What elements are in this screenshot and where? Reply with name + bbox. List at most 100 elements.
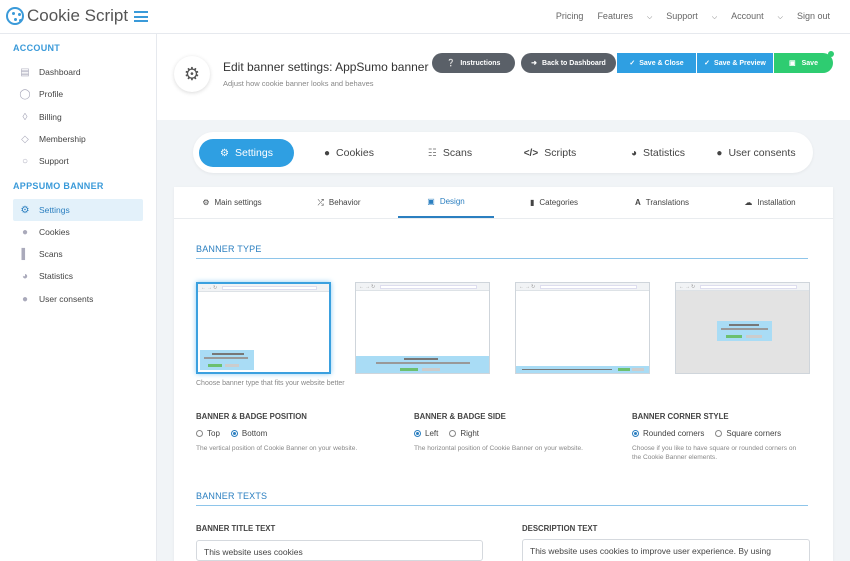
side-description: The horizontal position of Cookie Banner… [414, 445, 583, 452]
question-icon: ❔ [446, 60, 456, 67]
nav-features[interactable]: Features ⌵ [597, 11, 652, 22]
banner-title-label: BANNER TITLE TEXT [196, 524, 276, 533]
sidebar-item-scans[interactable]: ▌ Scans [13, 243, 143, 265]
sidebar-item-support[interactable]: ○ Support [13, 150, 143, 172]
tab-label: Cookies [336, 147, 374, 159]
sidebar-item-label: Dashboard [39, 67, 81, 77]
radio-bottom[interactable] [230, 430, 238, 437]
gears-icon: ⚙ [220, 147, 229, 159]
banner-type-option-thin-bar[interactable]: ←→↻ [515, 282, 650, 374]
users-icon: ● [716, 147, 723, 159]
tab-scripts[interactable]: </> Scripts [515, 139, 585, 167]
subtab-label: Design [439, 197, 465, 206]
position-description: The vertical position of Cookie Banner o… [196, 445, 358, 452]
subtab-categories[interactable]: ▮ Categories [514, 187, 594, 218]
sidebar-item-membership[interactable]: ◇ Membership [13, 128, 143, 150]
subtab-main-settings[interactable]: ⚙ Main settings [192, 187, 272, 218]
button-label: Save & Preview [714, 59, 766, 67]
subtab-label: Categories [539, 198, 579, 207]
pie-chart-icon: ◕ [630, 147, 638, 159]
section-divider [196, 258, 808, 259]
button-label: Back to Dashboard [542, 59, 606, 67]
subtab-behavior[interactable]: ⤮ Behavior [304, 187, 374, 218]
back-to-dashboard-button[interactable]: ➜ Back to Dashboard [521, 53, 616, 73]
tab-settings[interactable]: ⚙ Settings [199, 139, 294, 167]
tab-label: User consents [728, 147, 796, 159]
sidebar-item-cookies[interactable]: ● Cookies [13, 221, 143, 243]
folder-icon: ▮ [529, 198, 535, 207]
top-nav: Pricing Features ⌵ Support ⌵ Account ⌵ Sign… [542, 11, 830, 22]
cookie-logo-icon [6, 7, 24, 25]
tab-statistics[interactable]: ◕ Statistics [613, 139, 703, 167]
main-tabs: ⚙ Settings ● Cookies ☷ Scans </> Scripts ◕ St… [193, 132, 813, 173]
page-subtitle: Adjust how cookie banner looks and behav… [223, 79, 374, 88]
tab-label: Scripts [544, 147, 577, 159]
cookie-icon: ● [324, 147, 331, 159]
subtab-divider [174, 218, 833, 219]
sidebar-item-dashboard[interactable]: ▤ Dashboard [13, 61, 143, 83]
subtab-installation[interactable]: ☁ Installation [730, 187, 810, 218]
barcode-icon: ☷ [427, 147, 437, 159]
check-icon: ✓ [704, 60, 711, 67]
nav-pricing[interactable]: Pricing [556, 11, 584, 22]
arrow-left-icon: ➜ [531, 60, 538, 67]
subtab-translations[interactable]: A Translations [622, 187, 702, 218]
save-close-button[interactable]: ✓ Save & Close [617, 53, 696, 73]
corner-heading: BANNER CORNER STYLE [632, 412, 729, 421]
shuffle-icon: ⤮ [317, 197, 324, 207]
banner-type-hint: Choose banner type that fits your websit… [196, 380, 345, 387]
banner-type-option-corner[interactable]: ←→↻ [196, 282, 331, 374]
sidebar: ACCOUNT ▤ Dashboard ◯ Profile ◊ Billing ◇ Me… [0, 34, 157, 561]
subtab-design[interactable]: ▣ Design [398, 187, 494, 218]
description-label: DESCRIPTION TEXT [522, 524, 598, 533]
banner-type-option-modal[interactable]: ←→↻ [675, 282, 810, 374]
radio-square-corners[interactable] [715, 430, 723, 437]
logo[interactable]: Cookie Script [6, 6, 128, 26]
subtab-label: Installation [757, 198, 796, 207]
nav-signout[interactable]: Sign out [797, 11, 830, 22]
radio-right[interactable] [449, 430, 457, 437]
radio-rounded-corners[interactable] [632, 430, 639, 437]
description-textarea[interactable]: This website uses cookies to improve use… [522, 539, 810, 561]
sidebar-item-label: User consents [39, 294, 94, 304]
save-button[interactable]: ▣ Save [774, 53, 833, 73]
font-icon: A [634, 198, 641, 207]
sidebar-item-label: Profile [39, 89, 64, 99]
radio-label-right: Right [460, 429, 480, 438]
chevron-down-icon: ⌵ [711, 14, 718, 21]
radio-top[interactable] [196, 430, 203, 437]
sidebar-item-billing[interactable]: ◊ Billing [13, 106, 143, 128]
sidebar-item-label: Membership [39, 134, 86, 144]
button-label: Save [801, 59, 818, 67]
banner-title-input[interactable]: This website uses cookies [196, 540, 483, 561]
corner-description: Choose if you like to have square or rou… [632, 445, 797, 461]
hamburger-menu-icon[interactable] [134, 11, 148, 22]
sidebar-item-label: Statistics [39, 271, 74, 281]
button-label: Instructions [460, 59, 501, 67]
tab-cookies[interactable]: ● Cookies [309, 139, 389, 167]
sidebar-item-settings[interactable]: ⚙ Settings [13, 199, 143, 221]
users-icon: ● [21, 293, 29, 305]
settings-card: ⚙ Main settings ⤮ Behavior ▣ Design ▮ Catego… [174, 187, 833, 561]
sidebar-item-profile[interactable]: ◯ Profile [13, 83, 143, 105]
tab-scans[interactable]: ☷ Scans [415, 139, 485, 167]
section-divider [196, 505, 808, 506]
sidebar-item-user-consents[interactable]: ● User consents [13, 288, 143, 310]
position-radio-group: Top Bottom [196, 429, 278, 438]
nav-support[interactable]: Support ⌵ [666, 11, 717, 22]
save-preview-button[interactable]: ✓ Save & Preview [697, 53, 773, 73]
radio-left[interactable] [414, 430, 421, 437]
sidebar-item-statistics[interactable]: ◕ Statistics [13, 265, 143, 287]
app-title: Cookie Script [27, 6, 129, 25]
banner-type-option-bar[interactable]: ←→↻ [355, 282, 490, 374]
nav-account[interactable]: Account ⌵ [731, 11, 783, 22]
tab-label: Scans [442, 147, 473, 159]
top-bar: Cookie Script Pricing Features ⌵ Support ⌵… [0, 0, 850, 34]
tab-user-consents[interactable]: ● User consents [711, 139, 801, 167]
section-heading-banner-type: BANNER TYPE [196, 244, 262, 254]
tag-icon: ◊ [22, 111, 28, 123]
check-icon: ✓ [629, 60, 636, 67]
instructions-button[interactable]: ❔ Instructions [432, 53, 515, 73]
chevron-down-icon: ⌵ [646, 14, 653, 21]
user-icon: ◯ [19, 88, 31, 100]
